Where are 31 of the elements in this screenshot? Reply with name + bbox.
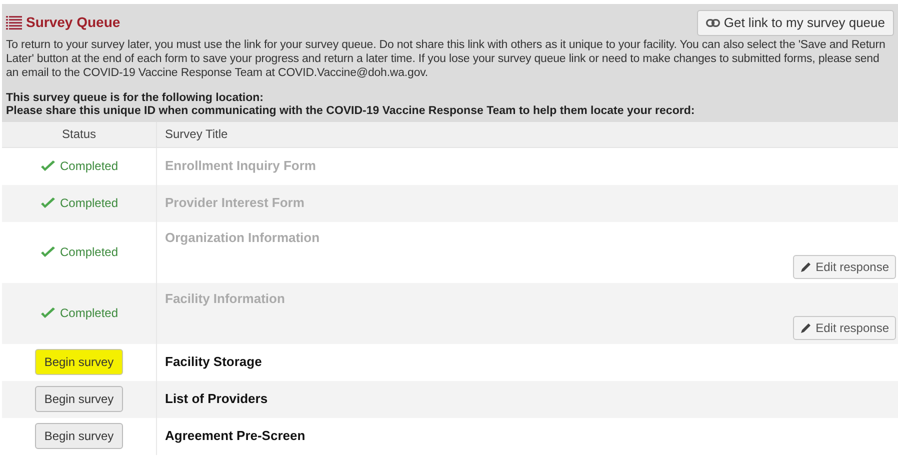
survey-title: Provider Interest Form bbox=[165, 194, 304, 212]
intro-text: To return to your survey later, you must use the link for your survey queue. Do not share this link with others as it unique to your facility. You can also select the 'Save and Return Later' button at the end of each form to save your progress and return a later time. If you lose your survey queue link or need to make changes to submitted forms, please send an email to the COVID-19 Vaccine Response Team at COVID.Vaccine@doh.wa.gov. bbox=[6, 38, 886, 80]
check-icon bbox=[40, 246, 56, 258]
begin-survey-button[interactable]: Begin survey bbox=[35, 423, 123, 449]
location-note: This survey queue is for the following location: bbox=[6, 92, 264, 104]
pencil-icon bbox=[800, 322, 812, 334]
column-header: Status bbox=[62, 126, 96, 143]
survey-title: List of Providers bbox=[165, 390, 268, 408]
column-header: Survey Title bbox=[164, 126, 228, 143]
status-text: Completed bbox=[40, 243, 118, 261]
get-link-button[interactable]: Get link to my survey queue bbox=[696, 10, 894, 36]
list-icon bbox=[6, 16, 22, 30]
location-note: Please share this unique ID when communicating with the COVID-19 Vaccine Response Team to help them locate your record: bbox=[6, 104, 696, 118]
survey-title: Organization Information bbox=[165, 228, 321, 247]
link-icon bbox=[706, 18, 720, 27]
survey-title: Facility Information bbox=[165, 290, 286, 308]
begin-survey-button[interactable]: Begin survey bbox=[35, 386, 123, 412]
survey-title: Enrollment Inquiry Form bbox=[165, 157, 316, 176]
survey-title: Facility Storage bbox=[165, 353, 262, 372]
status-text: Completed bbox=[40, 194, 118, 212]
check-icon bbox=[40, 197, 56, 209]
begin-survey-button[interactable]: Begin survey bbox=[35, 349, 123, 375]
edit-response-button[interactable]: Edit response bbox=[792, 255, 896, 279]
status-text: Completed bbox=[40, 157, 118, 175]
check-icon bbox=[40, 160, 56, 172]
edit-response-button[interactable]: Edit response bbox=[792, 316, 896, 340]
status-text: Completed bbox=[40, 304, 118, 322]
check-icon bbox=[40, 307, 56, 319]
pencil-icon bbox=[800, 261, 812, 273]
survey-title: Agreement Pre-Screen bbox=[165, 427, 306, 446]
page-title: Survey Queue bbox=[26, 13, 120, 32]
